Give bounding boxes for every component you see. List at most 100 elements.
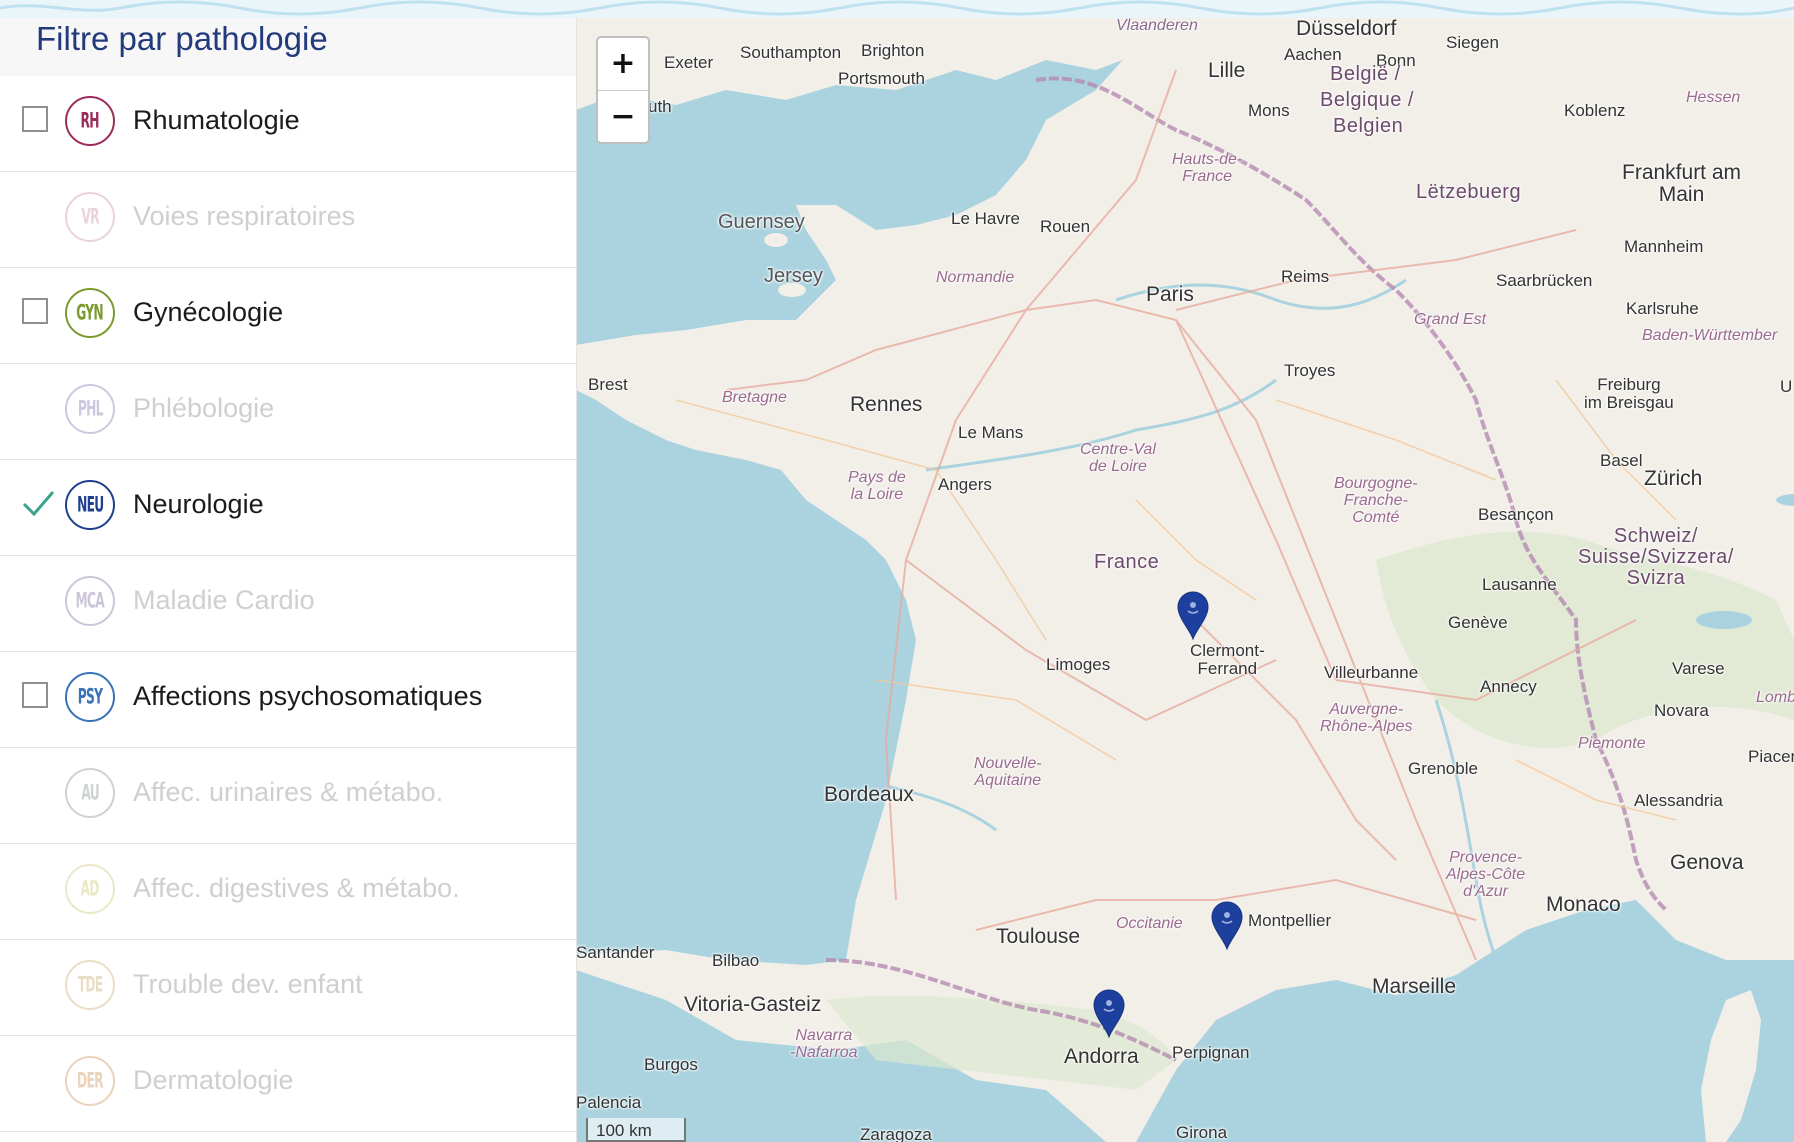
map-label: Palencia	[576, 1093, 642, 1112]
map-label: Reims	[1281, 267, 1330, 286]
map-label: Belgien	[1333, 115, 1404, 137]
filter-item-tde: TDE Trouble dev. enfant	[0, 940, 576, 1036]
pathology-code: PSY	[77, 684, 103, 710]
marker-pin-icon	[1211, 901, 1243, 951]
pathology-code-badge: AD	[65, 864, 115, 914]
map-label: Lombar	[1756, 689, 1794, 706]
map-label: Bourgogne- Franche- Comté	[1334, 475, 1418, 526]
filter-item-psy[interactable]: PSY Affections psychosomatiques	[0, 652, 576, 748]
map-label: Grand Est	[1414, 311, 1487, 328]
filter-checkbox[interactable]	[22, 682, 48, 708]
filter-item-vr: VR Voies respiratoires	[0, 172, 576, 268]
filter-item-der: DER Dermatologie	[0, 1036, 576, 1132]
map-label: Burgos	[644, 1055, 698, 1074]
filter-item-phl: PHL Phlébologie	[0, 364, 576, 460]
map-label: Auvergne- Rhône-Alpes	[1320, 701, 1413, 735]
filter-item-ad: AD Affec. digestives & métabo.	[0, 844, 576, 940]
map-label: Saarbrücken	[1496, 271, 1593, 290]
pathology-code: TDE	[77, 972, 103, 998]
map-label: Bilbao	[712, 951, 760, 970]
pathology-list: RH Rhumatologie VR Voies respiratoires GYN Gy…	[0, 76, 576, 1132]
map-label: Marseille	[1372, 975, 1457, 998]
location-marker-pyrenees[interactable]	[1092, 988, 1126, 1039]
map-label: Karlsruhe	[1626, 299, 1699, 318]
map-label: Montpellier	[1248, 911, 1332, 930]
pathology-code-badge: VR	[65, 192, 115, 242]
map-label: Basel	[1600, 451, 1643, 470]
checkmark-icon[interactable]	[20, 486, 56, 522]
map-label: Pays de la Loire	[848, 469, 906, 503]
map-label: Troyes	[1284, 361, 1336, 380]
map-label: Rouen	[1040, 217, 1091, 236]
zoom-out-button[interactable]: −	[598, 91, 648, 143]
pathology-code: AU	[81, 780, 99, 806]
pathology-label: Voies respiratoires	[133, 201, 356, 231]
map-label: Paris	[1146, 283, 1194, 306]
map-label: Siegen	[1446, 33, 1499, 52]
marker-pin-icon	[1177, 591, 1209, 641]
map-label: Brighton	[861, 41, 925, 60]
map-label: Frankfurt am Main	[1622, 161, 1742, 207]
pathology-code: DER	[77, 1068, 104, 1094]
zoom-in-button[interactable]: +	[598, 38, 648, 91]
pathology-code: MCA	[75, 588, 105, 614]
location-marker-montpellier[interactable]	[1210, 900, 1244, 951]
map-label: Koblenz	[1564, 101, 1626, 120]
map-label: Rennes	[850, 393, 923, 416]
location-marker-clermont[interactable]	[1176, 590, 1210, 641]
map-label: Nouvelle- Aquitaine	[974, 755, 1042, 789]
scale-bar: 100 km	[586, 1118, 686, 1142]
map-label: Navarra -Nafarroa	[790, 1027, 858, 1061]
map-label: Freiburg im Breisgau	[1584, 375, 1674, 412]
pathology-filter-panel: Filtre par pathologie RH Rhumatologie VR Vo…	[0, 0, 577, 1142]
map-label: Monaco	[1546, 893, 1621, 916]
map-label: Lausanne	[1482, 575, 1557, 594]
map-label: Hessen	[1686, 89, 1741, 106]
pathology-label: Affec. digestives & métabo.	[133, 873, 460, 903]
filter-item-rh[interactable]: RH Rhumatologie	[0, 76, 576, 172]
map-label: Varese	[1672, 659, 1725, 678]
map-label: Occitanie	[1116, 915, 1183, 932]
map-label: Annecy	[1480, 677, 1537, 696]
pathology-label: Phlébologie	[133, 393, 275, 423]
map-label: Southampton	[740, 43, 842, 62]
map-label: Guernsey	[718, 211, 805, 233]
map-label: Toulouse	[996, 925, 1081, 948]
map-label: Perpignan	[1172, 1043, 1250, 1062]
map-label: Mons	[1248, 101, 1290, 120]
filter-item-neu[interactable]: NEU Neurologie	[0, 460, 576, 556]
map-label: Angers	[938, 475, 992, 494]
filter-item-gyn[interactable]: GYN Gynécologie	[0, 268, 576, 364]
page: Filtre par pathologie RH Rhumatologie VR Vo…	[0, 0, 1794, 1142]
pathology-code-badge: TDE	[65, 960, 115, 1010]
map-label: Baden-Württember	[1642, 327, 1778, 344]
map[interactable]: Vlaanderen Düsseldorf Siegen Exeter Sout…	[576, 0, 1794, 1142]
pathology-label: Rhumatologie	[133, 105, 300, 135]
map-label: Vitoria-Gasteiz	[684, 993, 822, 1016]
filter-item-mca: MCA Maladie Cardio	[0, 556, 576, 652]
pathology-code-badge: DER	[65, 1056, 115, 1106]
map-label: Villeurbanne	[1324, 663, 1419, 682]
map-label: Grenoble	[1408, 759, 1478, 778]
map-label: Bretagne	[722, 389, 787, 406]
filter-title: Filtre par pathologie	[36, 20, 328, 57]
pathology-code-badge: PHL	[65, 384, 115, 434]
map-label: Aachen	[1284, 45, 1342, 64]
map-label: België /	[1330, 63, 1401, 85]
pathology-code: AD	[80, 876, 100, 902]
pathology-code-badge: AU	[65, 768, 115, 818]
map-label: Lille	[1208, 59, 1246, 82]
map-label: Le Mans	[958, 423, 1024, 442]
map-label: France	[1094, 551, 1160, 573]
map-label: Limoges	[1046, 655, 1111, 674]
map-label: Centre-Val de Loire	[1080, 441, 1156, 475]
map-label: Besançon	[1478, 505, 1554, 524]
marker-pin-icon	[1093, 989, 1125, 1039]
map-label: Le Havre	[951, 209, 1020, 228]
filter-checkbox[interactable]	[22, 298, 48, 324]
pathology-code-badge: PSY	[65, 672, 115, 722]
map-label: Düsseldorf	[1296, 17, 1397, 40]
map-label: Hauts-de- France	[1172, 151, 1243, 185]
map-label: Jersey	[764, 265, 823, 287]
filter-checkbox[interactable]	[22, 106, 48, 132]
